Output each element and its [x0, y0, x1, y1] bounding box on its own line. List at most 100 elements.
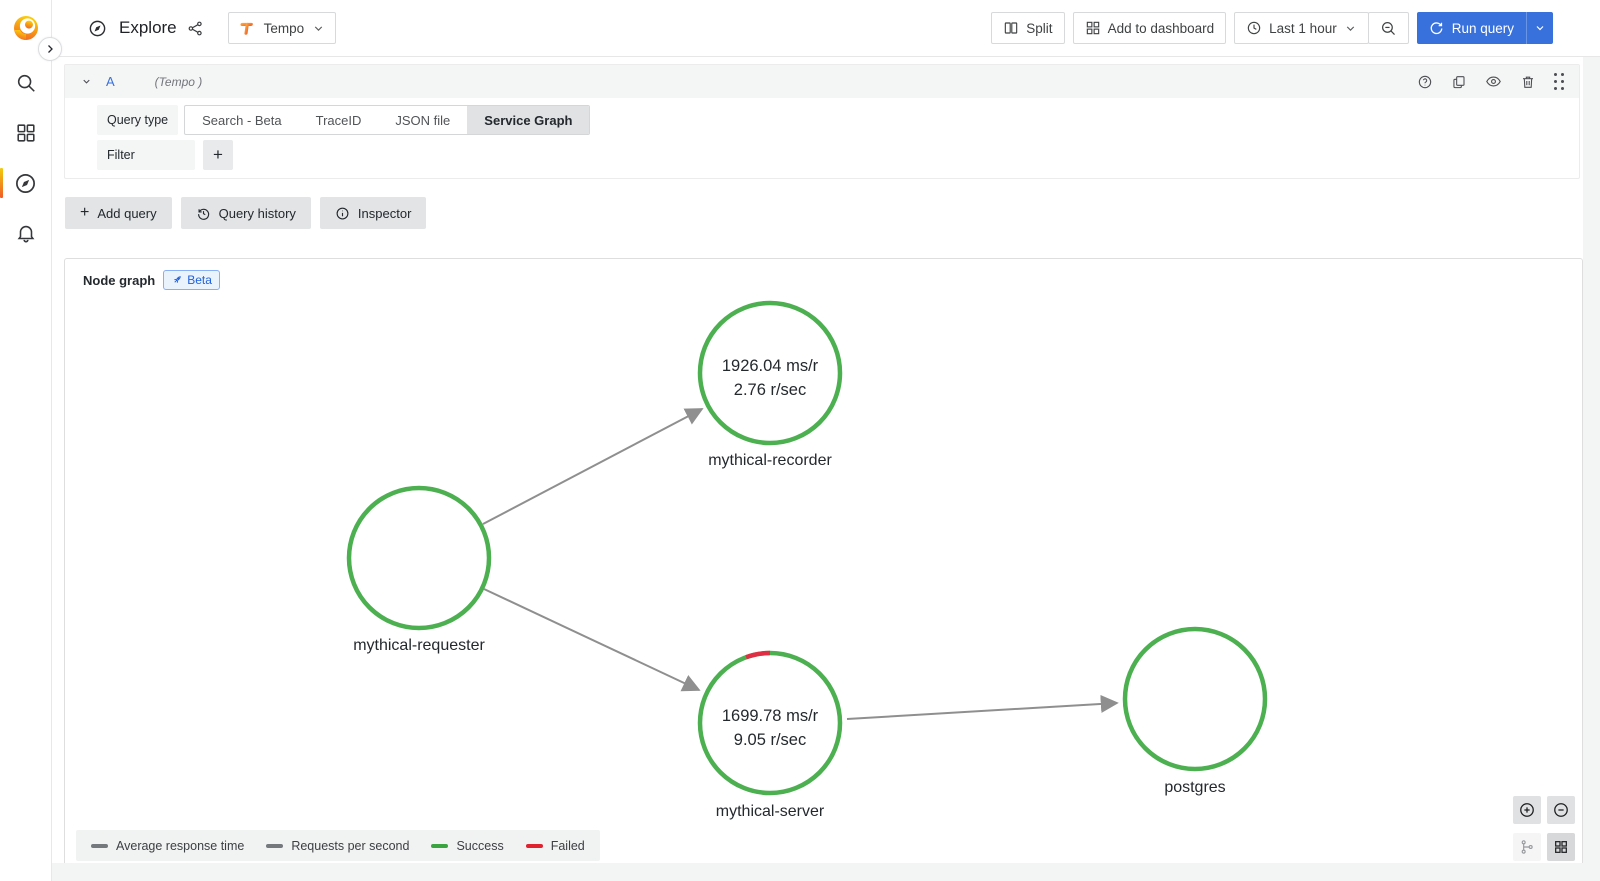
service-graph-canvas[interactable]: mythical-requester 1926.04 ms/r 2.76 r/s…: [65, 259, 1582, 872]
add-to-dashboard-button[interactable]: Add to dashboard: [1073, 12, 1227, 44]
node-mythical-recorder[interactable]: 1926.04 ms/r 2.76 r/sec mythical-recorde…: [700, 303, 840, 469]
page-gutter-bottom: [52, 863, 1600, 881]
query-history-button[interactable]: Query history: [181, 197, 311, 229]
dashboards-grid-icon: [15, 122, 37, 144]
duplicate-query-icon[interactable]: [1451, 74, 1467, 90]
delete-query-trash-icon[interactable]: [1520, 74, 1536, 90]
node-mythical-server[interactable]: 1699.78 ms/r 9.05 r/sec mythical-server: [700, 653, 840, 820]
branch-layout-icon: [1519, 839, 1535, 855]
explore-toolbar: Explore: [52, 0, 1600, 57]
query-type-option-search[interactable]: Search - Beta: [185, 106, 299, 134]
run-query-label: Run query: [1452, 21, 1514, 36]
legend-label: Average response time: [116, 839, 244, 853]
query-datasource-hint: (Tempo ): [155, 75, 203, 89]
secondary-actions-bar: + Add query Query history: [65, 197, 1600, 229]
edge-requester-recorder[interactable]: [483, 409, 702, 524]
rocket-icon: [171, 274, 183, 286]
inspector-button[interactable]: Inspector: [320, 197, 426, 229]
graph-zoom-in-button[interactable]: [1513, 796, 1541, 824]
legend-item-failed: Failed: [526, 839, 585, 853]
query-history-label: Query history: [219, 206, 296, 221]
plus-icon: +: [80, 204, 89, 222]
query-type-radio-group: Search - Beta TraceID JSON file Service …: [184, 105, 590, 135]
split-button[interactable]: Split: [991, 12, 1064, 44]
legend-swatch: [526, 844, 543, 848]
split-icon: [1003, 20, 1019, 36]
hide-query-eye-icon[interactable]: [1485, 73, 1502, 90]
help-icon[interactable]: [1417, 74, 1433, 90]
node-mythical-requester[interactable]: mythical-requester: [349, 488, 489, 654]
add-to-dashboard-label: Add to dashboard: [1108, 21, 1215, 36]
time-range-label: Last 1 hour: [1269, 21, 1337, 36]
legend-item-avg-response: Average response time: [91, 839, 244, 853]
beta-badge-label: Beta: [187, 273, 212, 287]
page-title: Explore: [119, 18, 177, 38]
graph-legend: Average response time Requests per secon…: [76, 830, 600, 861]
query-editor-body: Query type Search - Beta TraceID JSON fi…: [65, 98, 1579, 178]
node-postgres[interactable]: postgres: [1125, 629, 1265, 796]
edge-server-postgres[interactable]: [847, 703, 1117, 719]
inspector-label: Inspector: [358, 206, 411, 221]
add-query-button[interactable]: + Add query: [65, 197, 172, 229]
info-circle-icon: [335, 206, 350, 221]
drag-handle-icon[interactable]: [1554, 73, 1565, 91]
legend-label: Success: [456, 839, 503, 853]
datasource-name: Tempo: [264, 21, 305, 36]
node-avg-response: 1926.04 ms/r: [722, 357, 819, 375]
node-avg-response: 1699.78 ms/r: [722, 707, 819, 725]
graph-layout-grid-button[interactable]: [1547, 833, 1575, 861]
bell-icon: [15, 222, 37, 244]
node-label: postgres: [1164, 779, 1225, 796]
node-rate: 2.76 r/sec: [734, 381, 806, 399]
beta-badge: Beta: [163, 270, 220, 290]
add-filter-button[interactable]: +: [203, 140, 233, 170]
edge-requester-server[interactable]: [484, 589, 699, 690]
query-type-option-traceid[interactable]: TraceID: [299, 106, 379, 134]
node-label: mythical-recorder: [708, 452, 832, 469]
grafana-logo[interactable]: [11, 13, 41, 43]
sidebar-item-search[interactable]: [0, 69, 51, 97]
node-label: mythical-requester: [353, 637, 485, 654]
magnifier-minus-icon: [1380, 20, 1397, 37]
apps-grid-icon: [1085, 20, 1101, 36]
query-ref-id[interactable]: A: [106, 74, 115, 89]
sidebar-item-alerting[interactable]: [0, 219, 51, 247]
legend-swatch: [91, 844, 108, 848]
sidebar-item-dashboards[interactable]: [0, 119, 51, 147]
query-editor-row: A (Tempo ): [64, 64, 1580, 179]
split-label: Split: [1026, 21, 1052, 36]
chevron-down-icon: [312, 22, 325, 35]
node-rate: 9.05 r/sec: [734, 731, 806, 749]
circle-minus-icon: [1552, 801, 1570, 819]
zoom-out-time-button[interactable]: [1368, 12, 1409, 44]
run-query-caret[interactable]: [1526, 12, 1553, 44]
left-nav: [0, 0, 52, 881]
query-type-option-servicegraph[interactable]: Service Graph: [467, 106, 589, 134]
chevron-down-icon: [1344, 22, 1357, 35]
collapse-query-chevron-icon[interactable]: [81, 76, 92, 87]
explore-compass-icon: [88, 19, 107, 38]
time-range-picker[interactable]: Last 1 hour: [1234, 12, 1369, 44]
graph-layout-tree-button[interactable]: [1513, 833, 1541, 861]
graph-zoom-out-button[interactable]: [1547, 796, 1575, 824]
panel-title: Node graph: [83, 273, 155, 288]
query-type-option-jsonfile[interactable]: JSON file: [378, 106, 467, 134]
expand-sidebar-button[interactable]: [38, 37, 62, 61]
share-icon[interactable]: [187, 20, 204, 37]
page-gutter-right: [1583, 57, 1600, 881]
legend-item-success: Success: [431, 839, 503, 853]
node-graph-panel: Node graph: [64, 258, 1583, 873]
query-type-label: Query type: [97, 105, 178, 135]
compass-icon: [14, 172, 37, 195]
legend-swatch: [431, 844, 448, 848]
tempo-logo-icon: [239, 20, 256, 37]
filter-label: Filter: [97, 140, 195, 170]
run-query-button[interactable]: Run query: [1417, 12, 1553, 44]
query-row-header[interactable]: A (Tempo ): [65, 65, 1579, 98]
datasource-picker[interactable]: Tempo: [228, 12, 337, 44]
plus-icon: +: [213, 145, 223, 165]
add-query-label: Add query: [97, 206, 156, 221]
node-label: mythical-server: [716, 803, 825, 820]
legend-swatch: [266, 844, 283, 848]
sidebar-item-explore[interactable]: [0, 169, 51, 197]
